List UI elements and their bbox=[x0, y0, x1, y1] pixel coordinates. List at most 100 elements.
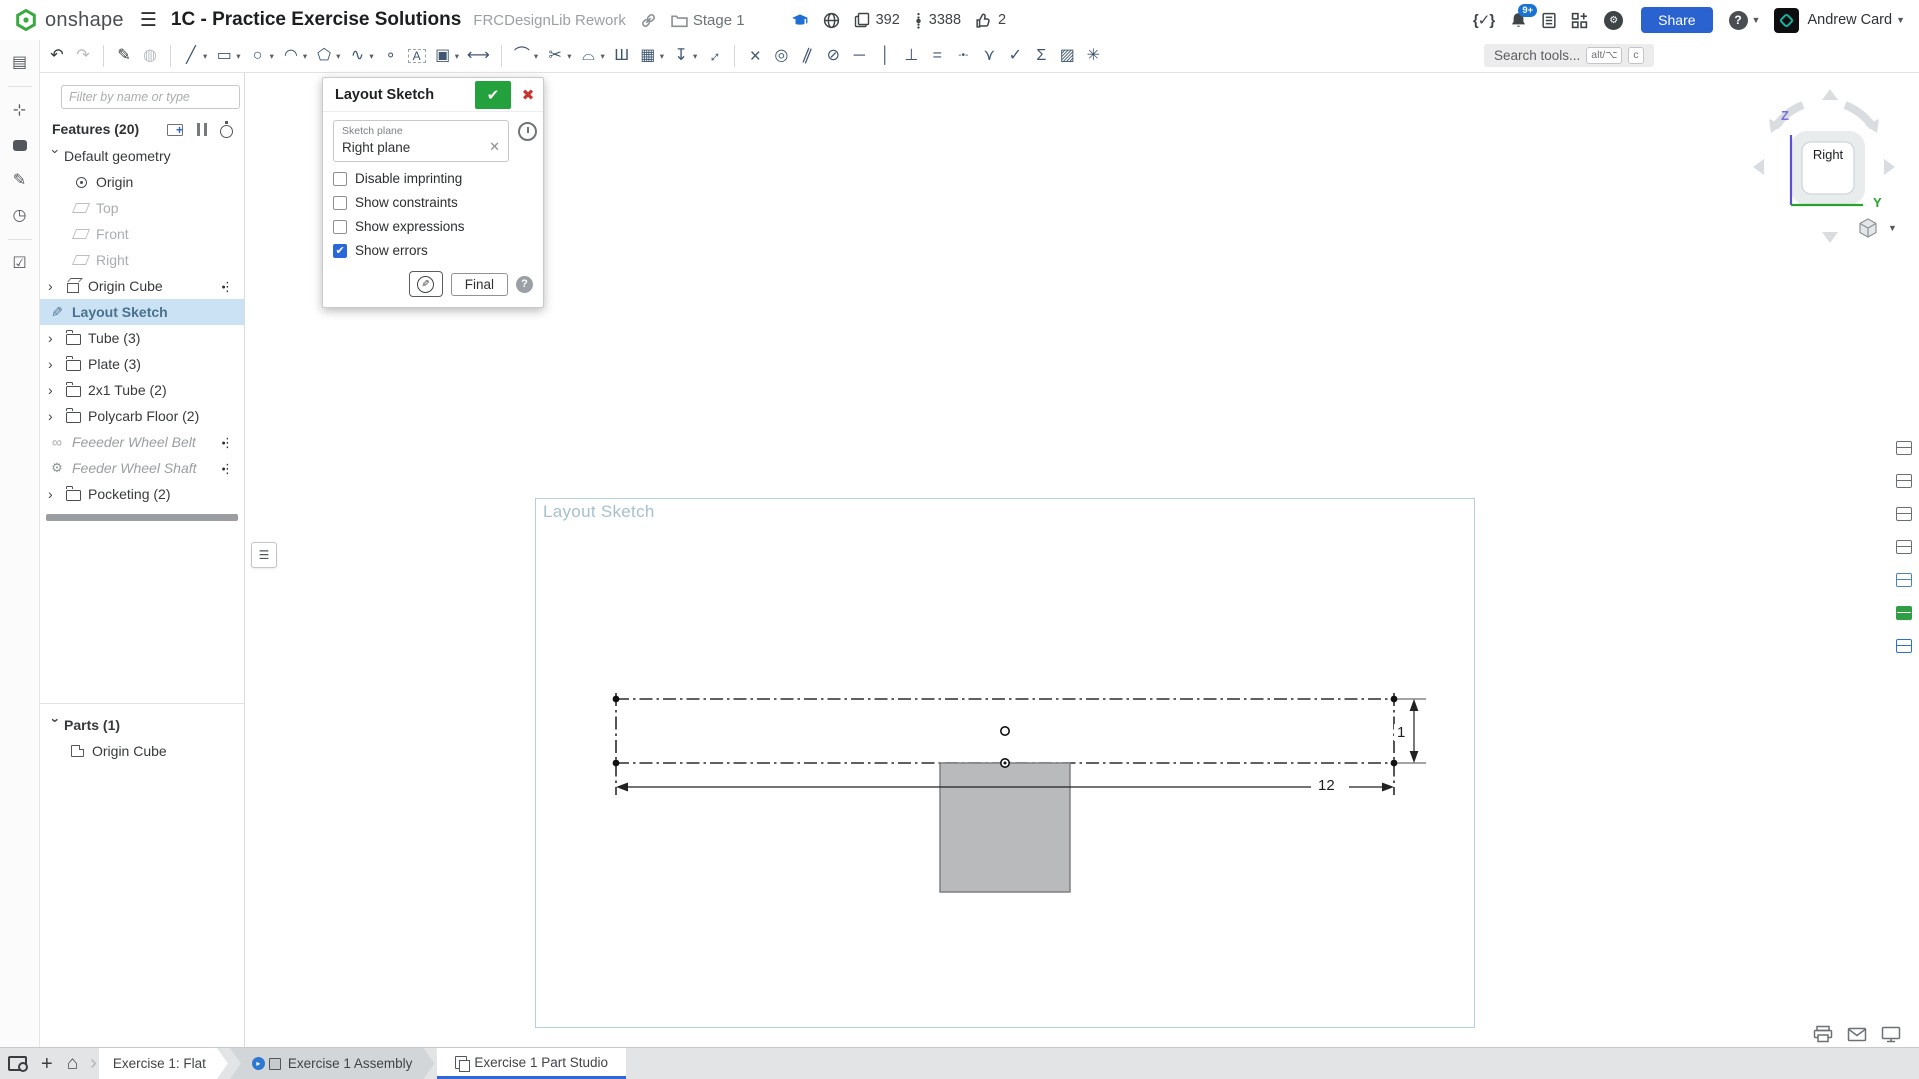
dimension-tool[interactable]: ⟷ bbox=[464, 43, 493, 70]
use-project-tool[interactable]: ▣▾ bbox=[431, 43, 462, 70]
pierce-tool[interactable]: ✳ bbox=[1081, 43, 1105, 70]
normal-tool[interactable]: ⋎ bbox=[977, 43, 1001, 70]
tangent-tool[interactable]: ⊘ bbox=[821, 43, 845, 70]
view-cube-face[interactable]: Right bbox=[1795, 147, 1861, 162]
feature-row-polycarb-floor-2[interactable]: ›Polycarb Floor (2) bbox=[40, 403, 244, 429]
redo-tool[interactable]: ↷ bbox=[71, 43, 95, 70]
sheet-metal-panel-button[interactable] bbox=[1891, 435, 1917, 460]
width-dimension[interactable]: 12 bbox=[1315, 777, 1338, 794]
custom-tables-panel-button[interactable] bbox=[1891, 600, 1917, 625]
chevron-right-icon[interactable]: › bbox=[48, 409, 64, 423]
linear-pattern-tool[interactable]: ▦▾ bbox=[636, 43, 667, 70]
filter-input[interactable] bbox=[61, 85, 240, 109]
checkbox[interactable] bbox=[333, 196, 347, 210]
chevron-right-icon[interactable]: › bbox=[48, 331, 64, 345]
checkbox[interactable] bbox=[333, 244, 347, 258]
new-folder-icon[interactable] bbox=[167, 122, 185, 136]
chevron-right-icon[interactable]: › bbox=[48, 487, 64, 501]
feature-row-top[interactable]: Top bbox=[40, 195, 244, 221]
breadcrumb-folder[interactable]: Stage 1 bbox=[693, 12, 745, 29]
sketch-plane-field[interactable]: Sketch plane Right plane ✕ bbox=[333, 120, 509, 162]
notifications-button[interactable]: 9+ bbox=[1510, 11, 1527, 29]
line-tool[interactable]: ╱▾ bbox=[179, 43, 210, 70]
feature-list-toggle[interactable]: ☰ bbox=[251, 542, 277, 568]
perpendicular-tool[interactable]: ⊥ bbox=[899, 43, 923, 70]
configurations-panel-button[interactable] bbox=[1891, 567, 1917, 592]
print-icon[interactable] bbox=[1813, 1025, 1833, 1043]
email-icon[interactable] bbox=[1847, 1027, 1867, 1042]
view-options-caret-icon[interactable]: ▼ bbox=[1888, 223, 1897, 233]
sketch-tool[interactable]: ✎ bbox=[112, 43, 136, 70]
trim-tool[interactable]: ✂▾ bbox=[543, 43, 574, 70]
parallel-tool[interactable]: ∥ bbox=[795, 43, 819, 70]
caret-down-icon[interactable]: ▾ bbox=[203, 51, 207, 62]
feature-row-layout-sketch[interactable]: ✎Layout Sketch bbox=[40, 299, 244, 325]
onshape-wordmark[interactable]: onshape bbox=[45, 9, 124, 32]
feature-row-pocketing-2[interactable]: ›Pocketing (2) bbox=[40, 481, 244, 507]
new-tab-button[interactable]: + bbox=[41, 1054, 53, 1074]
isometric-cube-button[interactable]: ▼ bbox=[1857, 217, 1897, 239]
onshape-logo-icon[interactable] bbox=[14, 8, 38, 32]
search-tools[interactable]: Search tools... alt/⌥ c bbox=[1484, 44, 1654, 67]
history-icon[interactable] bbox=[518, 122, 537, 141]
insert-feature-rail-button[interactable]: ⊹ bbox=[6, 96, 34, 124]
tasks-rail-button[interactable]: ☑ bbox=[6, 249, 34, 277]
follow-mode-icon[interactable] bbox=[8, 1056, 27, 1071]
variables-panel-button[interactable] bbox=[1891, 534, 1917, 559]
polygon-tool[interactable]: ⬠▾ bbox=[312, 43, 343, 70]
caret-down-icon[interactable]: ▾ bbox=[600, 51, 604, 62]
dialog-help-icon[interactable]: ? bbox=[516, 276, 533, 293]
bom-panel-button[interactable] bbox=[1891, 633, 1917, 658]
option-disable-imprinting[interactable]: Disable imprinting bbox=[333, 171, 533, 186]
checkbox[interactable] bbox=[333, 220, 347, 234]
help-caret-icon[interactable]: ▼ bbox=[1752, 15, 1761, 25]
circle-tool[interactable]: ○▾ bbox=[246, 43, 277, 70]
caret-down-icon[interactable]: ▾ bbox=[236, 51, 240, 62]
point-tool[interactable]: ∘ bbox=[379, 43, 403, 70]
feature-row-feeder-wheel-shaft[interactable]: ⚙Feeder Wheel Shaft⋮ bbox=[40, 455, 244, 481]
display-icon[interactable] bbox=[1881, 1026, 1901, 1043]
folder-icon[interactable] bbox=[671, 13, 688, 28]
arc-tool[interactable]: ◠▾ bbox=[279, 43, 310, 70]
frames-panel-button[interactable] bbox=[1891, 468, 1917, 493]
feature-script-icon[interactable]: {✓} bbox=[1473, 11, 1494, 29]
feature-row-default-geometry[interactable]: ›Default geometry bbox=[40, 143, 244, 169]
caret-down-icon[interactable]: ▾ bbox=[270, 51, 274, 62]
caret-down-icon[interactable]: ▾ bbox=[660, 51, 664, 62]
chevron-right-icon[interactable]: › bbox=[48, 383, 64, 397]
feature-row-2x1-tube-2[interactable]: ›2x1 Tube (2) bbox=[40, 377, 244, 403]
chevron-right-icon[interactable]: › bbox=[48, 279, 64, 293]
caret-down-icon[interactable]: ▾ bbox=[534, 51, 538, 62]
corner-rectangle-tool[interactable]: ▭▾ bbox=[212, 43, 243, 70]
option-show-expressions[interactable]: Show expressions bbox=[333, 219, 533, 234]
thumbs-up-icon[interactable] bbox=[975, 12, 992, 29]
feature-row-origin[interactable]: Origin bbox=[40, 169, 244, 195]
chevron-down-icon[interactable]: › bbox=[49, 149, 63, 165]
accept-button[interactable]: ✔ bbox=[475, 81, 511, 109]
height-dimension[interactable]: 1 bbox=[1394, 724, 1408, 741]
dialog-title-bar[interactable]: Layout Sketch ✔ ✖ bbox=[323, 78, 543, 112]
user-caret-icon[interactable]: ▼ bbox=[1896, 15, 1905, 25]
learning-center-icon[interactable]: ⚙ bbox=[1604, 11, 1623, 30]
final-button[interactable]: Final bbox=[451, 273, 508, 296]
tab-exercise-1-assembly[interactable]: ▸ Exercise 1 Assembly bbox=[230, 1048, 435, 1079]
avatar[interactable] bbox=[1774, 8, 1799, 33]
feature-row-right[interactable]: Right bbox=[40, 247, 244, 273]
app-store-icon[interactable] bbox=[1571, 12, 1588, 29]
tab-exercise-1-flat[interactable]: Exercise 1: Flat bbox=[99, 1048, 228, 1079]
undo-tool[interactable]: ↶ bbox=[45, 43, 69, 70]
document-panel-rail-button[interactable]: ▤ bbox=[6, 48, 34, 76]
checkbox[interactable] bbox=[333, 172, 347, 186]
feature-state-dots-icon[interactable]: ⋮ bbox=[221, 280, 231, 293]
regeneration-time-icon[interactable] bbox=[219, 121, 234, 137]
sketch-tools-button[interactable]: ✎ bbox=[409, 271, 443, 297]
vertical-tool[interactable]: │ bbox=[873, 43, 897, 70]
help-button[interactable]: ? bbox=[1729, 11, 1748, 30]
suppress-rollback-icon[interactable] bbox=[197, 123, 207, 136]
equal-tool[interactable]: = bbox=[925, 43, 949, 70]
notes-rail-button[interactable]: ✎ bbox=[6, 166, 34, 194]
rollback-bar[interactable] bbox=[46, 514, 238, 521]
transform-tool[interactable]: ↔ bbox=[702, 43, 726, 70]
spline-tool[interactable]: ∿▾ bbox=[345, 43, 376, 70]
feature-row-tube-3[interactable]: ›Tube (3) bbox=[40, 325, 244, 351]
